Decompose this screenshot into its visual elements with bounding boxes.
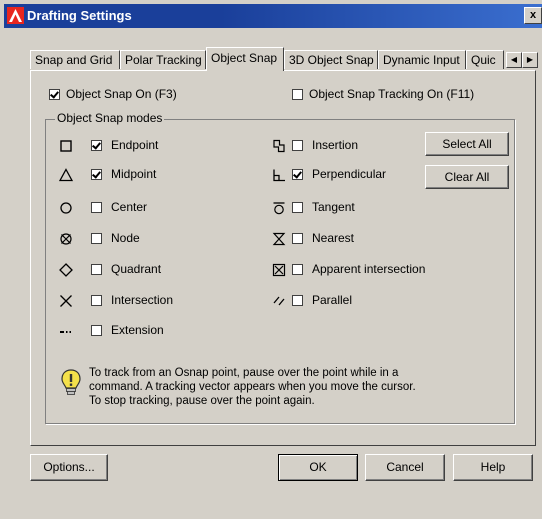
clear-all-button[interactable]: Clear All: [425, 165, 509, 189]
lightbulb-icon: [61, 369, 81, 395]
osnap-on-checkbox[interactable]: [49, 89, 60, 100]
nearest-icon: [272, 232, 286, 246]
osnap-on-label: Object Snap On (F3): [66, 87, 177, 101]
center-checkbox[interactable]: [91, 202, 102, 213]
quadrant-icon: [59, 263, 73, 277]
help-button[interactable]: Help: [453, 454, 533, 481]
tab-polar-tracking[interactable]: Polar Tracking: [120, 50, 206, 69]
extension-checkbox[interactable]: [91, 325, 102, 336]
osnap-tracking-checkbox[interactable]: [292, 89, 303, 100]
autocad-app-icon: [7, 7, 24, 24]
tab-quick-properties[interactable]: Quic: [466, 50, 504, 69]
tab-snap-and-grid[interactable]: Snap and Grid: [30, 50, 120, 69]
midpoint-icon: [59, 168, 73, 182]
cancel-button[interactable]: Cancel: [365, 454, 445, 481]
tab-scroll-right-icon[interactable]: ▶: [522, 52, 538, 68]
apparent-intersection-label: Apparent intersection: [312, 262, 426, 276]
tangent-icon: [272, 201, 286, 215]
hint-line: command. A tracking vector appears when …: [89, 381, 416, 393]
drafting-settings-dialog: Drafting Settings x Snap and Grid Polar …: [0, 0, 542, 519]
tab-3d-object-snap[interactable]: 3D Object Snap: [284, 50, 378, 69]
tangent-checkbox[interactable]: [292, 202, 303, 213]
endpoint-checkbox[interactable]: [91, 140, 102, 151]
quadrant-label: Quadrant: [111, 262, 162, 276]
perpendicular-icon: [272, 168, 286, 182]
hint-line: To track from an Osnap point, pause over…: [89, 367, 399, 379]
insertion-label: Insertion: [312, 138, 359, 152]
extension-icon: [59, 324, 73, 338]
tangent-label: Tangent: [312, 200, 355, 214]
osnap-tracking-label: Object Snap Tracking On (F11): [309, 87, 475, 101]
perpendicular-checkbox[interactable]: [292, 169, 303, 180]
endpoint-icon: [59, 139, 73, 153]
insertion-checkbox[interactable]: [292, 140, 303, 151]
quadrant-checkbox[interactable]: [91, 264, 102, 275]
ok-button[interactable]: OK: [278, 454, 358, 481]
select-all-button[interactable]: Select All: [425, 132, 509, 156]
options-button[interactable]: Options...: [30, 454, 108, 481]
tab-strip: Snap and Grid Polar Tracking Object Snap…: [30, 47, 538, 71]
parallel-icon: [272, 294, 286, 308]
parallel-label: Parallel: [312, 293, 353, 307]
hint-line: To stop tracking, pause over the point a…: [89, 395, 315, 407]
insertion-icon: [272, 139, 286, 153]
tab-object-snap[interactable]: Object Snap: [206, 47, 284, 71]
close-button[interactable]: x: [524, 7, 542, 24]
node-label: Node: [111, 231, 140, 245]
title-bar[interactable]: Drafting Settings x: [4, 4, 542, 28]
extension-label: Extension: [111, 323, 164, 337]
apparent-intersection-icon: [272, 263, 286, 277]
intersection-checkbox[interactable]: [91, 295, 102, 306]
nearest-label: Nearest: [312, 231, 355, 245]
midpoint-checkbox[interactable]: [91, 169, 102, 180]
center-icon: [59, 201, 73, 215]
nearest-checkbox[interactable]: [292, 233, 303, 244]
perpendicular-label: Perpendicular: [312, 167, 387, 181]
node-icon: [59, 232, 73, 246]
tab-scroll-left-icon[interactable]: ◀: [506, 52, 522, 68]
midpoint-label: Midpoint: [111, 167, 157, 181]
center-label: Center: [111, 200, 148, 214]
endpoint-label: Endpoint: [111, 138, 159, 152]
close-icon: x: [529, 9, 537, 21]
tracking-hint-text: To track from an Osnap point, pause over…: [89, 366, 499, 408]
tab-dynamic-input[interactable]: Dynamic Input: [378, 50, 466, 69]
node-checkbox[interactable]: [91, 233, 102, 244]
intersection-label: Intersection: [111, 293, 174, 307]
intersection-icon: [59, 294, 73, 308]
window-title: Drafting Settings: [27, 8, 132, 23]
object-snap-modes-title: Object Snap modes: [55, 111, 165, 125]
parallel-checkbox[interactable]: [292, 295, 303, 306]
apparent-intersection-checkbox[interactable]: [292, 264, 303, 275]
